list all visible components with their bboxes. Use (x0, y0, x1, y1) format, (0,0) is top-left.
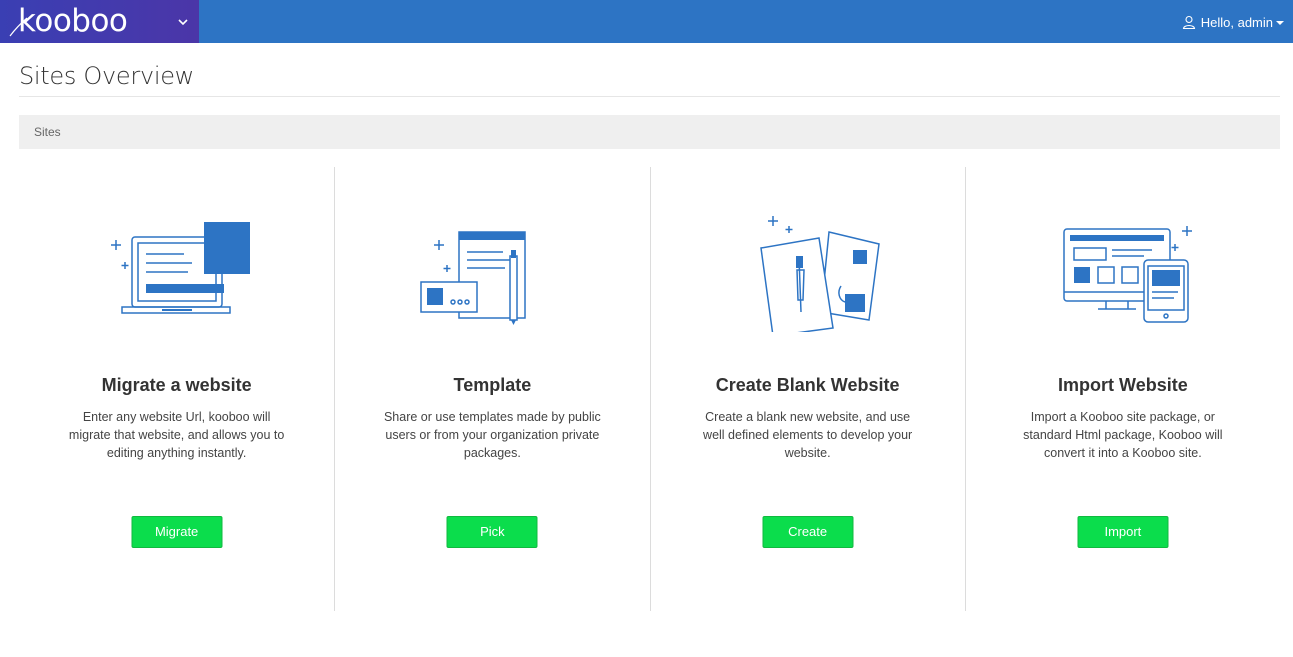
laptop-migrate-illustration (110, 222, 250, 314)
card-migrate: Migrate a website Enter any website Url,… (19, 167, 334, 611)
user-greeting: Hello, admin (1200, 14, 1273, 30)
blank-canvas-brush-illustration (759, 216, 880, 332)
card-description: Share or use templates made by public us… (383, 410, 601, 460)
page-title: Sites Overview (19, 62, 195, 90)
pick-button[interactable]: Pick (446, 516, 538, 548)
devices-import-illustration (1063, 226, 1192, 323)
migrate-button[interactable]: Migrate (131, 516, 223, 548)
top-navbar: kooboo Hello, admin (0, 0, 1293, 43)
card-description: Create a blank new website, and use well… (703, 410, 913, 460)
user-menu[interactable]: Hello, admin (1182, 12, 1284, 32)
card-title: Import Website (1058, 375, 1188, 395)
create-button[interactable]: Create (762, 516, 854, 548)
template-documents-illustration (420, 231, 527, 325)
site-options: Migrate a website Enter any website Url,… (19, 167, 1280, 611)
card-template: Template Share or use templates made by … (334, 167, 649, 611)
chevron-down-icon[interactable] (176, 15, 190, 29)
caret-down-icon (1276, 21, 1284, 25)
user-icon (1182, 15, 1195, 29)
card-description: Enter any website Url, kooboo will migra… (68, 410, 285, 460)
card-title: Migrate a website (101, 375, 252, 395)
title-divider (19, 96, 1280, 97)
card-create-blank: Create Blank Website Create a blank new … (649, 167, 965, 611)
card-title: Create Blank Website (715, 375, 900, 395)
kooboo-logo[interactable]: kooboo (9, 4, 128, 38)
import-button[interactable]: Import (1077, 516, 1169, 548)
card-title: Template (453, 375, 532, 395)
breadcrumb-item-sites[interactable]: Sites (34, 125, 61, 139)
breadcrumb: Sites (19, 115, 1280, 149)
logo-text: kooboo (18, 3, 128, 39)
card-description: Import a Kooboo site package, or standar… (1023, 410, 1223, 460)
brand-menu[interactable]: kooboo (0, 0, 199, 43)
card-import: Import Website Import a Kooboo site pack… (964, 167, 1280, 611)
